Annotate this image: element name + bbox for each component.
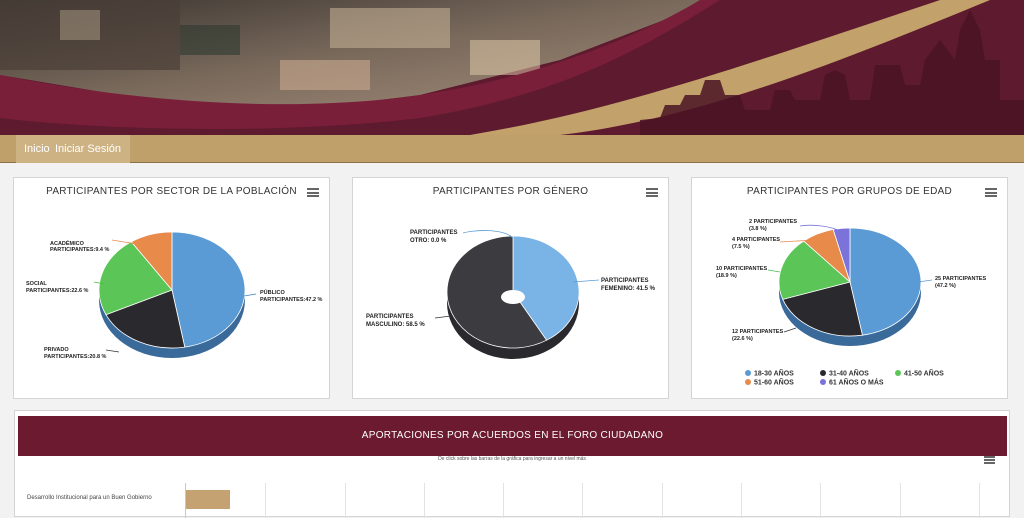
slice-label: ACADÉMICO (50, 239, 85, 247)
main-navbar: Inicio Iniciar Sesión (0, 135, 1024, 163)
sector-chart-card: PARTICIPANTES POR SECTOR DE LA POBLACIÓN… (13, 177, 330, 399)
aportaciones-panel: APORTACIONES POR ACUERDOS EN EL FORO CIU… (14, 410, 1010, 518)
grid-line (820, 483, 821, 518)
legend-item[interactable]: 31-40 AÑOS (820, 369, 869, 378)
grid-line (582, 483, 583, 518)
bar-category-label: Desarrollo Institucional para un Buen Go… (27, 495, 152, 501)
slice-label: PARTICIPANTES (601, 278, 648, 284)
slice-label: PARTICIPANTES (410, 230, 457, 236)
slice-label: SOCIAL (26, 281, 47, 287)
slice-label: (18.9 %) (716, 273, 737, 279)
svg-text:31-40 AÑOS: 31-40 AÑOS (829, 369, 869, 378)
svg-text:61 AÑOS O MÁS: 61 AÑOS O MÁS (829, 378, 884, 387)
svg-text:41-50 AÑOS: 41-50 AÑOS (904, 369, 944, 378)
grid-line (979, 483, 980, 518)
svg-text:51-60 AÑOS: 51-60 AÑOS (754, 378, 794, 387)
slice-label: PARTICIPANTES (366, 314, 413, 320)
pie-slices (98, 231, 246, 349)
legend-item[interactable]: 18-30 AÑOS (745, 369, 794, 378)
nav-tab-group: Inicio Iniciar Sesión (16, 135, 130, 163)
grid-line (345, 483, 346, 518)
grid-line (741, 483, 742, 518)
slice-label: PARTICIPANTES:20.8 % (44, 354, 107, 360)
slice-label: 12 PARTICIPANTES (732, 329, 783, 335)
age-chart-card: PARTICIPANTES POR GRUPOS DE EDAD 25 PART… (691, 177, 1008, 399)
header-banner (0, 0, 1024, 135)
pie-center-hole (501, 290, 525, 304)
slice-label: MASCULINO: 58.5 % (366, 322, 425, 328)
chart-bar[interactable] (186, 490, 230, 509)
grid-line (265, 483, 266, 518)
slice-label: 25 PARTICIPANTES (935, 276, 986, 282)
slice-label: PARTICIPANTES:47.2 % (260, 297, 323, 303)
panel-title: APORTACIONES POR ACUERDOS EN EL FORO CIU… (361, 430, 664, 441)
grid-line (900, 483, 901, 518)
slice-label: 10 PARTICIPANTES (716, 266, 767, 272)
chart-menu-button[interactable] (984, 456, 995, 464)
slice-label: (47.2 %) (935, 283, 956, 289)
panel-header: APORTACIONES POR ACUERDOS EN EL FORO CIU… (18, 416, 1007, 456)
slice-label: 2 PARTICIPANTES (749, 219, 797, 225)
nav-link-iniciar-sesion[interactable]: Iniciar Sesión (55, 143, 121, 155)
chart-subtitle: De click sobre las barras de la gráfica … (438, 456, 586, 462)
grid-line (424, 483, 425, 518)
slice-label: OTRO: 0.0 % (410, 238, 447, 244)
svg-text:18-30 AÑOS: 18-30 AÑOS (754, 369, 794, 378)
age-pie-chart: 25 PARTICIPANTES (47.2 %) 12 PARTICIPANT… (716, 219, 986, 387)
grid-line (503, 483, 504, 518)
grid-line (662, 483, 663, 518)
slice-label: (7.5 %) (732, 244, 750, 250)
sector-pie-chart: PÚBLICO PARTICIPANTES:47.2 % PRIVADO PAR… (26, 231, 323, 360)
slice-label: FEMENINO: 41.5 % (601, 286, 656, 292)
nav-link-inicio[interactable]: Inicio (24, 143, 50, 155)
gender-chart-card: PARTICIPANTES POR GÉNERO PARTICIPANTES F… (352, 177, 669, 399)
slice-label: PARTICIPANTES:22.6 % (26, 288, 89, 294)
chart-legend: 18-30 AÑOS 31-40 AÑOS 41-50 AÑOS 51-60 A… (745, 369, 944, 387)
slice-label: PARTICIPANTES:9.4 % (50, 247, 109, 253)
banner-artwork (0, 0, 1024, 135)
legend-item[interactable]: 41-50 AÑOS (895, 369, 944, 378)
legend-item[interactable]: 51-60 AÑOS (745, 378, 794, 387)
slice-label: 4 PARTICIPANTES (732, 237, 780, 243)
slice-label: (22.6 %) (732, 336, 753, 342)
slice-label: (3.8 %) (749, 226, 767, 232)
gender-pie-chart: PARTICIPANTES FEMENINO: 41.5 % PARTICIPA… (366, 230, 656, 359)
pie-slices (778, 227, 922, 337)
slice-label: PÚBLICO (260, 289, 285, 296)
legend-item[interactable]: 61 AÑOS O MÁS (820, 378, 884, 387)
slice-label: PRIVADO (44, 347, 69, 353)
